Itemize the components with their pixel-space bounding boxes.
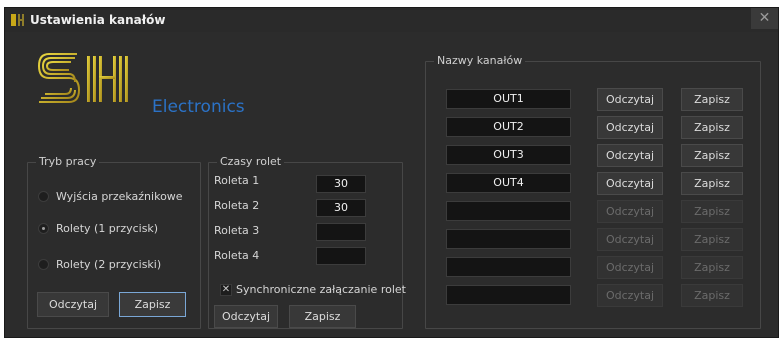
channel-3-save-button[interactable]: Zapisz — [681, 144, 743, 167]
blind-3-time-input[interactable] — [316, 223, 366, 241]
radio-label: Rolety (1 przycisk) — [56, 222, 159, 235]
blinds-read-button[interactable]: Odczytaj — [214, 305, 278, 328]
window-title: Ustawienia kanałów — [30, 13, 166, 27]
mode-save-button[interactable]: Zapisz — [119, 292, 186, 317]
mode-group-title: Tryb pracy — [36, 155, 100, 168]
blind-2-time-input[interactable]: 30 — [316, 199, 366, 217]
channel-8-read-button[interactable]: Odczytaj — [597, 284, 663, 307]
channel-4-read-button[interactable]: Odczytaj — [597, 172, 663, 195]
channel-5-save-button[interactable]: Zapisz — [681, 200, 743, 223]
channel-8-name-input[interactable] — [446, 285, 571, 305]
blind-times-title: Czasy rolet — [217, 155, 285, 168]
blind-4-time-input[interactable] — [316, 247, 366, 265]
channel-3-name-input[interactable]: OUT3 — [446, 145, 571, 165]
mode-group: Tryb pracy Wyjścia przekaźnikowe Rolety … — [27, 155, 201, 329]
app-icon — [11, 14, 24, 26]
blind-1-label: Roleta 1 — [214, 174, 260, 187]
channel-1-save-button[interactable]: Zapisz — [681, 88, 743, 111]
sync-checkbox-label: Synchroniczne załączanie rolet — [236, 283, 406, 296]
channel-6-save-button[interactable]: Zapisz — [681, 228, 743, 251]
channel-7-read-button[interactable]: Odczytaj — [597, 256, 663, 279]
channel-2-save-button[interactable]: Zapisz — [681, 116, 743, 139]
blind-4-label: Roleta 4 — [214, 249, 260, 262]
radio-label: Rolety (2 przyciski) — [56, 258, 162, 271]
channel-8-save-button[interactable]: Zapisz — [681, 284, 743, 307]
blind-3-label: Roleta 3 — [214, 224, 260, 237]
radio-indicator — [38, 259, 49, 270]
blind-2-label: Roleta 2 — [214, 199, 260, 212]
channel-7-save-button[interactable]: Zapisz — [681, 256, 743, 279]
settings-window: Ustawienia kanałów ✕ Electronics Tryb pr… — [4, 7, 779, 338]
blind-1-time-input[interactable]: 30 — [316, 175, 366, 193]
channel-names-title: Nazwy kanałów — [434, 54, 526, 67]
channel-6-read-button[interactable]: Odczytaj — [597, 228, 663, 251]
logo-text: Electronics — [152, 97, 245, 117]
radio-indicator — [38, 191, 49, 202]
channel-4-save-button[interactable]: Zapisz — [681, 172, 743, 195]
blind-times-group: Czasy rolet Roleta 1 30 Roleta 2 30 Role… — [208, 155, 406, 329]
channel-5-read-button[interactable]: Odczytaj — [597, 200, 663, 223]
mode-read-button[interactable]: Odczytaj — [37, 292, 109, 317]
close-icon: ✕ — [758, 10, 771, 26]
channel-7-name-input[interactable] — [446, 257, 571, 277]
channel-4-name-input[interactable]: OUT4 — [446, 173, 571, 193]
title-bar: Ustawienia kanałów ✕ — [5, 8, 778, 32]
channel-1-name-input[interactable]: OUT1 — [446, 89, 571, 109]
channel-6-name-input[interactable] — [446, 229, 571, 249]
channel-2-name-input[interactable]: OUT2 — [446, 117, 571, 137]
blinds-save-button[interactable]: Zapisz — [289, 305, 356, 328]
channel-1-read-button[interactable]: Odczytaj — [597, 88, 663, 111]
channel-2-read-button[interactable]: Odczytaj — [597, 116, 663, 139]
close-button[interactable]: ✕ — [751, 8, 778, 29]
radio-label: Wyjścia przekaźnikowe — [56, 190, 183, 203]
channel-3-read-button[interactable]: Odczytaj — [597, 144, 663, 167]
channel-names-group: Nazwy kanałów OUT1 Odczytaj Zapisz OUT2 … — [425, 54, 761, 329]
channel-5-name-input[interactable] — [446, 201, 571, 221]
radio-indicator — [38, 223, 49, 234]
sync-checkbox[interactable]: ✕ — [220, 284, 232, 296]
